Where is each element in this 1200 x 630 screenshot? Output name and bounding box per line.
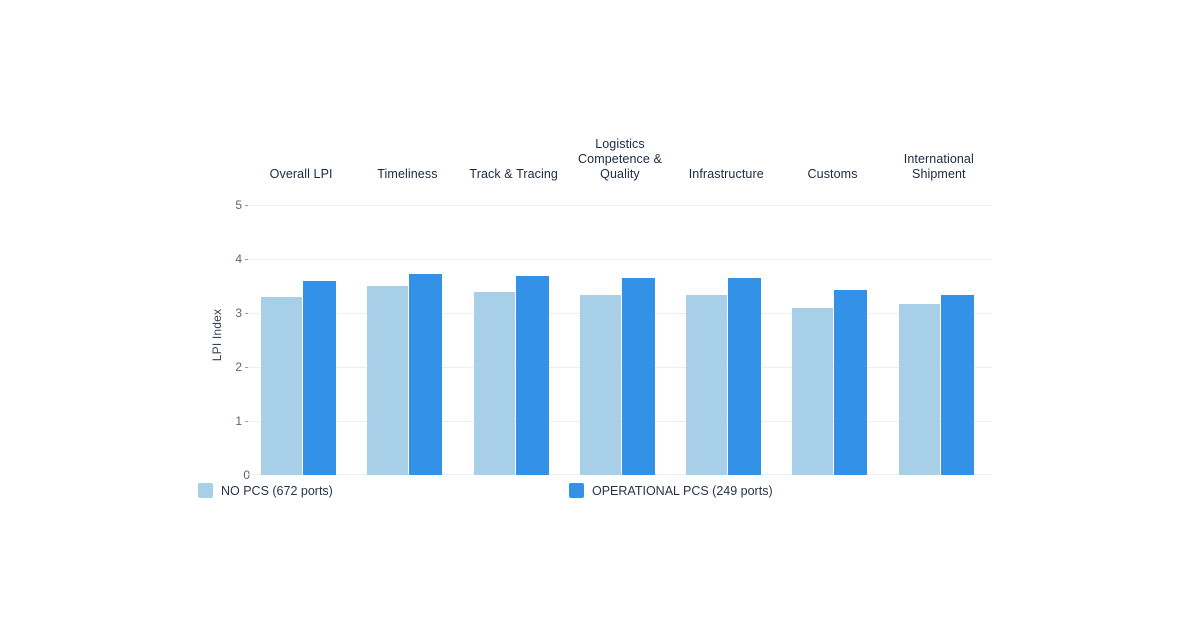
category-label-row: Overall LPI Timeliness Track & Tracing L… <box>248 132 992 182</box>
bar[interactable] <box>621 277 655 475</box>
category-label: International Shipment <box>903 152 974 181</box>
bar[interactable] <box>261 297 302 475</box>
legend-item-operational-pcs[interactable]: OPERATIONAL PCS (249 ports) <box>569 483 773 498</box>
y-tick-text: 4 <box>235 252 242 266</box>
bar-group <box>779 205 885 475</box>
category-label: Timeliness <box>377 167 438 181</box>
legend-item-no-pcs[interactable]: NO PCS (672 ports) <box>198 483 333 498</box>
bar-group <box>248 205 354 475</box>
bar[interactable] <box>409 273 443 475</box>
category-label: Infrastructure <box>688 167 764 181</box>
bar[interactable] <box>686 294 728 475</box>
category-label: Track & Tracing <box>469 167 558 181</box>
bar[interactable] <box>940 294 974 475</box>
legend-swatch-icon <box>198 483 213 498</box>
y-axis-title: LPI Index <box>210 308 224 362</box>
bar[interactable] <box>834 290 868 475</box>
bar[interactable] <box>579 294 621 475</box>
bar[interactable] <box>792 307 834 475</box>
legend-label: OPERATIONAL PCS (249 ports) <box>592 483 773 498</box>
chart-figure: Overall LPI Timeliness Track & Tracing L… <box>0 0 1200 630</box>
bar[interactable] <box>728 277 762 475</box>
category-label: Logistics Competence & Quality <box>578 137 662 181</box>
plot-area <box>248 205 992 475</box>
category-label: Customs <box>807 167 858 181</box>
y-axis: 5 4 3 2 1 0 <box>228 195 250 485</box>
bar-group <box>354 205 460 475</box>
y-tick-text: 2 <box>235 360 242 374</box>
bar[interactable] <box>473 291 515 475</box>
bar-group <box>461 205 567 475</box>
bar[interactable] <box>898 304 940 475</box>
bar-group <box>567 205 673 475</box>
y-tick-text: 1 <box>235 414 242 428</box>
bar[interactable] <box>515 276 549 475</box>
bar-group <box>673 205 779 475</box>
y-tick-text: 3 <box>235 306 242 320</box>
bar[interactable] <box>303 280 336 475</box>
bar-groups <box>248 205 992 475</box>
bar-group <box>886 205 992 475</box>
legend-swatch-icon <box>569 483 584 498</box>
y-tick-text: 5 <box>235 198 242 212</box>
bar[interactable] <box>367 285 409 475</box>
y-axis-title-wrap: LPI Index <box>206 275 228 395</box>
legend-label: NO PCS (672 ports) <box>221 483 333 498</box>
category-label: Overall LPI <box>269 167 333 181</box>
chart-legend: NO PCS (672 ports) OPERATIONAL PCS (249 … <box>198 483 998 505</box>
